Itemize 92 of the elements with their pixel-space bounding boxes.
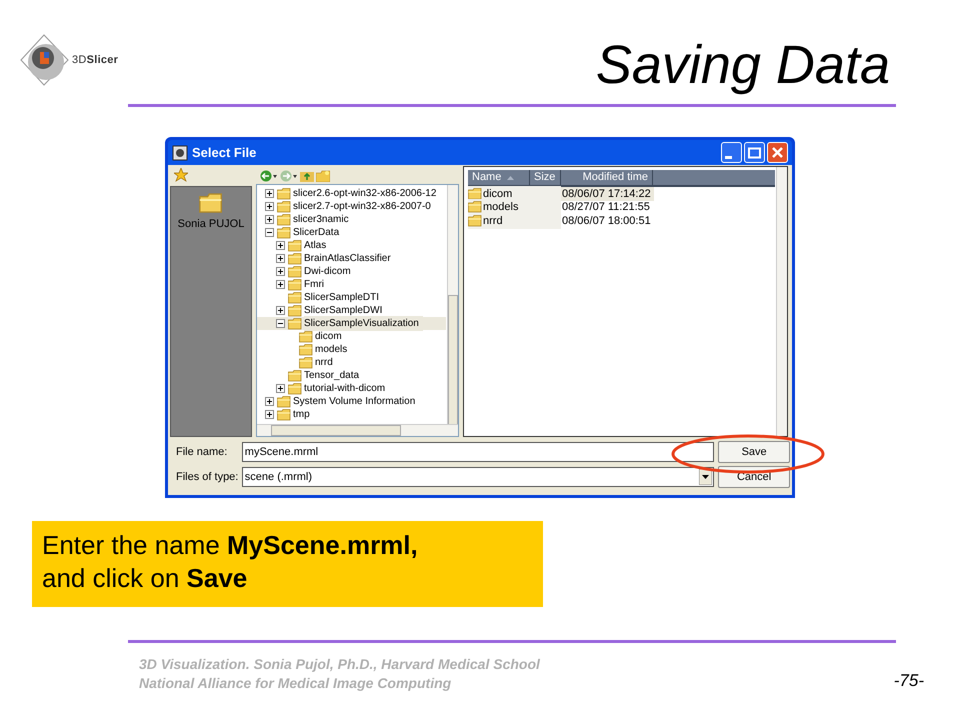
expand-icon[interactable] xyxy=(265,410,274,419)
folder-icon xyxy=(277,188,291,200)
folder-icon xyxy=(468,188,482,200)
expand-icon[interactable] xyxy=(276,384,285,393)
tree-item[interactable]: Tensor_data xyxy=(304,368,360,383)
tree-item[interactable]: tutorial-with-dicom xyxy=(304,381,386,396)
folder-icon xyxy=(299,344,313,356)
expand-icon[interactable] xyxy=(265,215,274,224)
expand-icon[interactable] xyxy=(265,397,274,406)
folder-icon xyxy=(288,370,302,382)
logo-text: 3DSlicer xyxy=(72,52,118,68)
folder-icon xyxy=(288,266,302,278)
tree-item[interactable]: dicom xyxy=(315,329,342,344)
expand-icon[interactable] xyxy=(265,202,274,211)
folder-up-icon[interactable] xyxy=(300,170,314,182)
folder-icon xyxy=(277,200,291,212)
dropdown-arrow-icon xyxy=(699,469,712,485)
file-name: dicom xyxy=(483,186,512,202)
modified-time: 08/06/07 18:00:51 xyxy=(562,214,651,228)
vertical-scrollbar[interactable] xyxy=(447,185,458,424)
tree-item[interactable]: Dwi-dicom xyxy=(304,264,351,279)
close-button[interactable] xyxy=(767,142,788,163)
callout-text: Enter the name MyScene.mrml, and click on Save xyxy=(32,521,543,607)
expand-icon[interactable] xyxy=(276,267,285,276)
star-icon[interactable] xyxy=(174,168,188,182)
tree-item[interactable]: Atlas xyxy=(304,238,326,253)
folder-icon xyxy=(288,278,302,290)
tree-item[interactable]: slicer2.6-opt-win32-x86-2006-12 xyxy=(293,186,436,201)
field-label: File name: xyxy=(175,444,228,460)
tree-item[interactable]: tmp xyxy=(293,407,310,422)
tree-item[interactable]: models xyxy=(315,342,348,357)
tree-item[interactable]: SlicerData xyxy=(293,225,340,240)
modified-time: 08/06/07 17:14:22 xyxy=(562,186,651,202)
file-name-field[interactable]: myScene.mrml xyxy=(242,442,714,462)
file-row[interactable]: dicom 08/06/07 17:14:22 xyxy=(468,187,654,200)
maximize-icon xyxy=(748,146,761,158)
minimize-icon xyxy=(725,156,732,159)
folder-icon xyxy=(288,304,302,316)
file-name: models xyxy=(483,200,518,215)
expand-icon[interactable] xyxy=(265,189,274,198)
modified-time: 08/27/07 11:21:55 xyxy=(562,200,650,215)
slide-title: Saving Data xyxy=(596,38,890,92)
tree-item[interactable]: slicer2.7-opt-win32-x86-2007-0 xyxy=(293,199,431,214)
window-title: Select File xyxy=(192,144,256,162)
folder-icon xyxy=(468,201,482,214)
tree-item[interactable]: BrainAtlasClassifier xyxy=(304,251,391,266)
tree-item[interactable]: SlicerSampleVisualization xyxy=(304,316,423,331)
maximize-button[interactable] xyxy=(744,142,765,163)
folder-icon xyxy=(468,214,482,227)
column-header[interactable]: Modified time xyxy=(561,170,653,185)
folder-icon xyxy=(277,226,291,238)
file-name: nrrd xyxy=(483,214,503,228)
column-header[interactable]: Size xyxy=(530,170,561,185)
expand-icon[interactable] xyxy=(276,254,285,263)
folder-icon xyxy=(277,396,291,408)
close-icon xyxy=(772,147,783,158)
collapse-icon[interactable] xyxy=(276,319,285,328)
folder-icon xyxy=(299,356,313,368)
field-label: Files of type: xyxy=(175,470,240,485)
folder-icon xyxy=(277,408,291,420)
folder-icon xyxy=(288,240,302,252)
folder-icon xyxy=(299,330,313,342)
folder-icon xyxy=(288,382,302,394)
tree-item[interactable]: SlicerSampleDWI xyxy=(304,303,382,318)
back-icon[interactable] xyxy=(260,170,278,182)
collapse-icon[interactable] xyxy=(265,228,274,237)
expand-icon[interactable] xyxy=(276,280,285,289)
dropdown-value: scene (.mrml) xyxy=(244,470,314,485)
tree-item[interactable]: Fmri xyxy=(304,277,324,292)
tree-item[interactable]: SlicerSampleDTI xyxy=(304,290,380,305)
save-button[interactable]: Save xyxy=(718,441,790,463)
expand-icon[interactable] xyxy=(276,241,285,250)
folder-icon xyxy=(288,252,302,264)
folder-icon xyxy=(288,318,302,330)
column-header[interactable]: Name xyxy=(468,170,530,185)
footer-text: 3D Visualization. Sonia Pujol, Ph.D., Harvard Medical School xyxy=(139,655,540,674)
folder-icon xyxy=(277,214,291,226)
tree-item[interactable]: nrrd xyxy=(315,355,333,370)
tree-item[interactable]: slicer3namic xyxy=(293,212,349,227)
footer-text: National Alliance for Medical Image Computing xyxy=(139,674,452,693)
expand-icon[interactable] xyxy=(276,306,285,315)
folder-icon xyxy=(288,292,302,304)
horizontal-scrollbar[interactable] xyxy=(257,424,458,436)
vertical-scrollbar[interactable] xyxy=(776,167,787,436)
minimize-button[interactable] xyxy=(721,142,742,163)
places-item[interactable]: Sonia PUJOL xyxy=(178,193,244,232)
folder-icon xyxy=(199,193,223,214)
file-type-dropdown[interactable]: scene (.mrml) xyxy=(242,467,714,487)
tree-item[interactable]: System Volume Information xyxy=(293,394,416,409)
app-icon xyxy=(172,144,188,160)
page-number: -75- xyxy=(894,670,924,692)
forward-icon[interactable] xyxy=(280,170,298,182)
